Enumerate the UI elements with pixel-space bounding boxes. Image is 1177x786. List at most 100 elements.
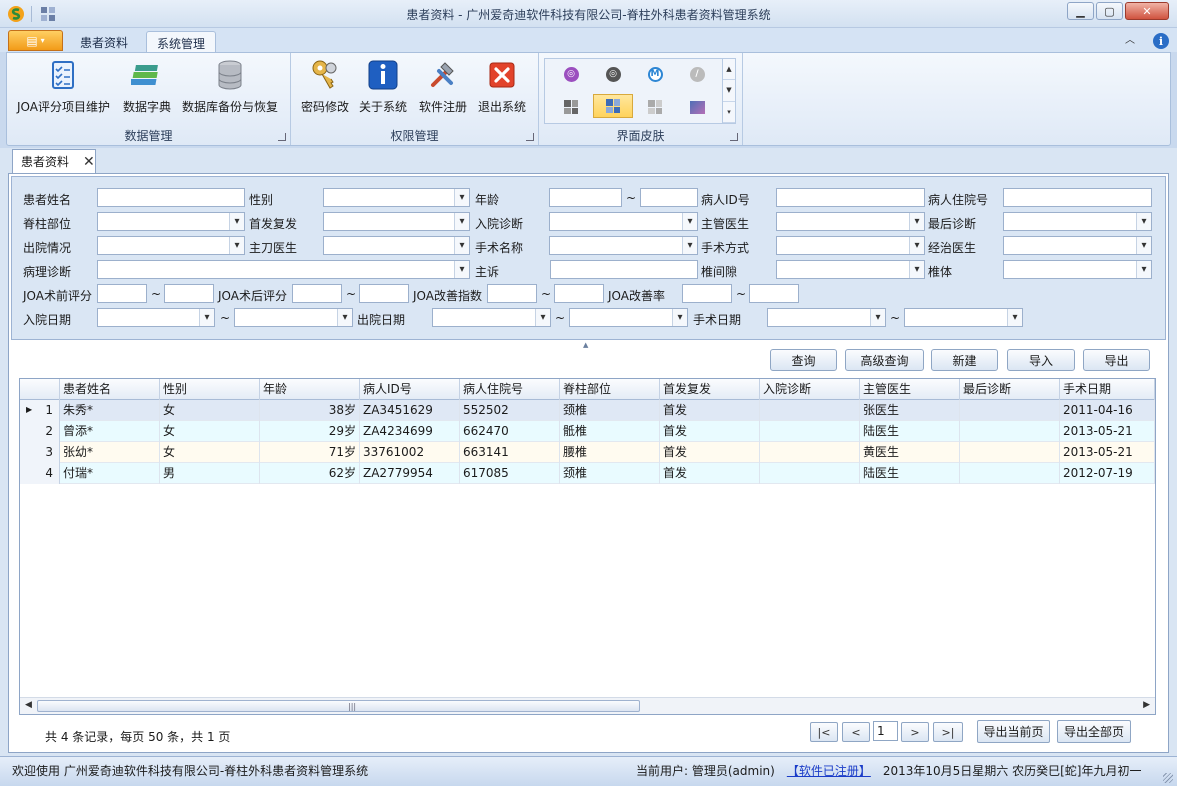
admission-no-input[interactable] xyxy=(1003,188,1152,207)
gallery-down-icon[interactable]: ▼ xyxy=(723,80,735,102)
col-header[interactable]: 脊柱部位 xyxy=(560,379,660,400)
discharge-date-to-picker[interactable] xyxy=(569,308,688,327)
status-registered-link[interactable]: 【软件已注册】 xyxy=(787,762,871,779)
col-header[interactable]: 主管医生 xyxy=(860,379,960,400)
prev-page-button[interactable]: < xyxy=(842,722,870,742)
new-button[interactable]: 新建 xyxy=(931,349,998,371)
application-menu-button[interactable]: ▤ ▾ xyxy=(8,30,63,51)
col-header[interactable]: 病人ID号 xyxy=(360,379,460,400)
change-password-button[interactable]: 密码修改 xyxy=(301,59,349,115)
close-tab-icon[interactable]: ✕ xyxy=(83,154,95,170)
import-button[interactable]: 导入 xyxy=(1007,349,1075,371)
collapse-ribbon-icon[interactable]: ︿ xyxy=(1125,33,1135,49)
skin-option-selected[interactable] xyxy=(593,94,633,118)
complaint-input[interactable] xyxy=(550,260,698,279)
treating-select[interactable] xyxy=(1003,236,1152,255)
tab-system-management[interactable]: 系统管理 xyxy=(146,31,217,52)
skin-option[interactable]: M xyxy=(635,62,675,86)
doc-tab-patient-data[interactable]: 患者资料 ✕ xyxy=(12,149,96,173)
col-header[interactable]: 手术日期 xyxy=(1060,379,1155,400)
joa-rate-to-input[interactable] xyxy=(749,284,799,303)
vertebra-select[interactable] xyxy=(1003,260,1152,279)
cell-age: 71岁 xyxy=(260,442,360,463)
gender-select[interactable] xyxy=(323,188,470,207)
db-backup-button[interactable]: 数据库备份与恢复 xyxy=(182,59,278,115)
resize-grip-icon[interactable] xyxy=(1163,773,1173,783)
table-row[interactable]: ▶ 1 朱秀* 女 38岁 ZA3451629 552502 颈椎 首发 张医生 … xyxy=(20,400,1155,421)
col-header[interactable]: 年龄 xyxy=(260,379,360,400)
dialog-launcher-icon[interactable] xyxy=(278,133,286,141)
export-button[interactable]: 导出 xyxy=(1083,349,1150,371)
joa-pre-from-input[interactable] xyxy=(97,284,147,303)
surgery-method-select[interactable] xyxy=(776,236,925,255)
gallery-up-icon[interactable]: ▲ xyxy=(723,59,735,81)
export-current-page-button[interactable]: 导出当前页 xyxy=(977,720,1050,743)
maximize-button[interactable]: ▢ xyxy=(1096,2,1123,20)
name-input[interactable] xyxy=(97,188,245,207)
dialog-launcher-icon[interactable] xyxy=(526,133,534,141)
col-header[interactable]: 入院诊断 xyxy=(760,379,860,400)
gallery-expand-icon[interactable]: ▾ xyxy=(723,101,735,123)
admit-date-to-picker[interactable] xyxy=(234,308,353,327)
age-to-input[interactable] xyxy=(640,188,698,207)
joa-index-to-input[interactable] xyxy=(554,284,604,303)
disc-space-select[interactable] xyxy=(776,260,925,279)
table-row[interactable]: 2 曾添* 女 29岁 ZA4234699 662470 骶椎 首发 陆医生 2… xyxy=(20,421,1155,442)
tab-patient-data[interactable]: 患者资料 xyxy=(70,31,138,52)
col-header[interactable]: 性别 xyxy=(160,379,260,400)
last-page-button[interactable]: >| xyxy=(933,722,963,742)
spine-part-select[interactable] xyxy=(97,212,245,231)
minimize-button[interactable]: ▁ xyxy=(1067,2,1094,20)
data-dictionary-button[interactable]: 数据字典 xyxy=(123,59,171,115)
joa-post-to-input[interactable] xyxy=(359,284,409,303)
attending-select[interactable] xyxy=(776,212,925,231)
first-relapse-select[interactable] xyxy=(323,212,470,231)
table-row[interactable]: 4 付瑞* 男 62岁 ZA2779954 617085 颈椎 首发 陆医生 2… xyxy=(20,463,1155,484)
admit-diag-select[interactable] xyxy=(549,212,698,231)
info-icon[interactable]: i xyxy=(1153,33,1169,49)
surgery-date-to-picker[interactable] xyxy=(904,308,1023,327)
table-row[interactable]: 3 张幼* 女 71岁 33761002 663141 腰椎 首发 黄医生 20… xyxy=(20,442,1155,463)
patient-id-input[interactable] xyxy=(776,188,925,207)
page-number-input[interactable]: 1 xyxy=(873,721,898,741)
skin-option[interactable]: ∕ xyxy=(677,62,717,86)
skin-option[interactable] xyxy=(551,95,591,119)
col-header[interactable]: 患者姓名 xyxy=(60,379,160,400)
scroll-left-icon[interactable]: ◀ xyxy=(25,700,32,710)
next-page-button[interactable]: > xyxy=(901,722,929,742)
joa-rate-from-input[interactable] xyxy=(682,284,732,303)
age-from-input[interactable] xyxy=(549,188,622,207)
surgery-date-from-picker[interactable] xyxy=(767,308,886,327)
skin-option[interactable] xyxy=(635,95,675,119)
pathology-select[interactable] xyxy=(97,260,470,279)
scrollbar-thumb[interactable]: ||| xyxy=(37,700,640,712)
surgeon-select[interactable] xyxy=(323,236,470,255)
dialog-launcher-icon[interactable] xyxy=(730,133,738,141)
software-register-button[interactable]: 软件注册 xyxy=(419,59,467,115)
joa-items-button[interactable]: JOA评分项目维护 xyxy=(17,59,110,115)
joa-pre-to-input[interactable] xyxy=(164,284,214,303)
scroll-right-icon[interactable]: ▶ xyxy=(1143,700,1150,710)
col-header[interactable]: 首发复发 xyxy=(660,379,760,400)
discharge-select[interactable] xyxy=(97,236,245,255)
col-header[interactable]: 最后诊断 xyxy=(960,379,1060,400)
horizontal-scrollbar[interactable]: ◀ ||| ▶ xyxy=(20,697,1155,714)
final-diag-select[interactable] xyxy=(1003,212,1152,231)
skin-option[interactable]: ◎ xyxy=(593,62,633,86)
col-header[interactable]: 病人住院号 xyxy=(460,379,560,400)
first-page-button[interactable]: |< xyxy=(810,722,838,742)
joa-index-from-input[interactable] xyxy=(487,284,537,303)
query-button[interactable]: 查询 xyxy=(770,349,837,371)
discharge-date-from-picker[interactable] xyxy=(432,308,551,327)
skin-option[interactable] xyxy=(677,95,717,119)
admit-date-from-picker[interactable] xyxy=(97,308,215,327)
surgery-name-select[interactable] xyxy=(549,236,698,255)
advanced-query-button[interactable]: 高级查询 xyxy=(845,349,924,371)
export-all-pages-button[interactable]: 导出全部页 xyxy=(1057,720,1131,743)
collapse-panel-icon[interactable]: ▲ xyxy=(583,341,588,349)
exit-system-button[interactable]: 退出系统 xyxy=(478,59,526,115)
joa-post-from-input[interactable] xyxy=(292,284,342,303)
about-system-button[interactable]: 关于系统 xyxy=(359,59,407,115)
skin-option[interactable]: ◎ xyxy=(551,62,591,86)
close-button[interactable]: ✕ xyxy=(1125,2,1169,20)
